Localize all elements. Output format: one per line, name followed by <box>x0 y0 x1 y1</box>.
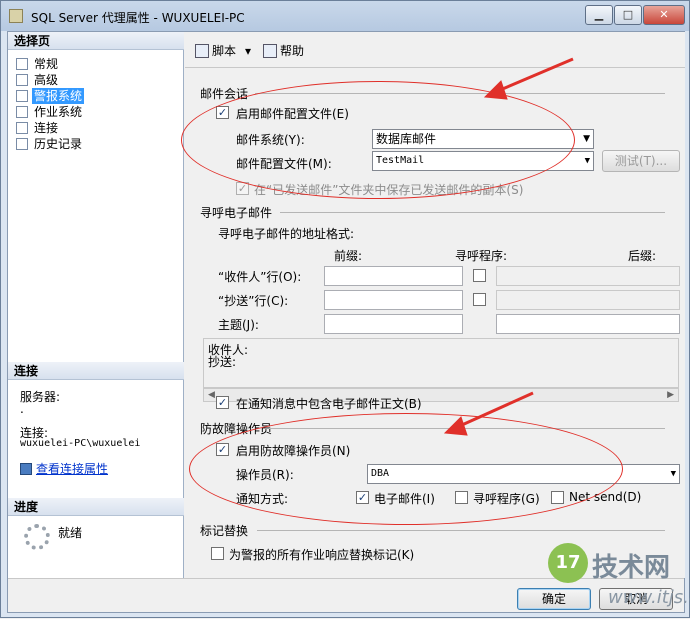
to-prefix-input[interactable] <box>324 266 463 286</box>
pager-preview-box: 收件人: 抄送: <box>203 338 679 388</box>
chevron-down-icon: ▼ <box>670 469 676 479</box>
left-pane: 选择页 常规 高级 警报系统 作业系统 连接 历史记录 连接 服务器: . 连接… <box>8 32 184 578</box>
page-icon <box>16 58 28 70</box>
page-icon <box>16 138 28 150</box>
notify-netsend-checkbox[interactable] <box>551 491 564 504</box>
sql-agent-properties-window: SQL Server 代理属性 - WUXUELEI-PC ▁ □ ✕ 选择页 … <box>0 0 690 618</box>
replace-tokens-checkbox[interactable] <box>211 547 224 560</box>
toolbar: 脚本 ▾ 帮助 <box>185 40 685 62</box>
toolbar-separator <box>185 67 685 68</box>
server-label: 服务器: <box>20 390 61 404</box>
progress-spinner-icon <box>24 524 50 550</box>
page-icon <box>16 122 28 134</box>
help-button[interactable]: 帮助 <box>263 40 304 62</box>
notify-pager-label: 寻呼程序(G) <box>473 492 540 506</box>
group-divider <box>255 93 665 94</box>
mail-profile-select[interactable]: TestMail ▼ <box>372 151 594 171</box>
to-line-label: “收件人”行(O): <box>218 270 302 284</box>
to-pager-checkbox[interactable] <box>473 269 486 282</box>
subject-suffix-input[interactable] <box>496 314 680 334</box>
page-icon <box>16 106 28 118</box>
group-divider <box>280 212 665 213</box>
prefix-column-header: 前缀: <box>334 249 363 263</box>
cc-prefix-input[interactable] <box>324 290 463 310</box>
chevron-down-icon: ▼ <box>584 156 590 166</box>
operator-select[interactable]: DBA ▼ <box>367 464 680 484</box>
minimize-button[interactable]: ▁ <box>585 5 613 25</box>
cc-pager-checkbox[interactable] <box>473 293 486 306</box>
watermark-logo: 17 技术网 www.itjs.cn <box>546 541 690 613</box>
mail-profile-label: 邮件配置文件(M): <box>236 157 332 171</box>
mail-system-label: 邮件系统(Y): <box>236 133 305 147</box>
cc-suffix-input[interactable] <box>496 290 680 310</box>
title-bar[interactable]: SQL Server 代理属性 - WUXUELEI-PC ▁ □ ✕ <box>1 1 689 31</box>
select-page-header: 选择页 <box>8 32 184 50</box>
right-pane: 脚本 ▾ 帮助 邮件会话 ✓ 启用邮件配置文件(E) 邮件系统(Y): 数据库邮… <box>185 32 685 578</box>
page-item-advanced[interactable]: 高级 <box>16 72 60 88</box>
page-item-job-system[interactable]: 作业系统 <box>16 104 84 120</box>
page-item-general[interactable]: 常规 <box>16 56 60 72</box>
script-icon <box>195 44 209 58</box>
include-body-label: 在通知消息中包含电子邮件正文(B) <box>236 397 422 411</box>
enable-failsafe-label: 启用防故障操作员(N) <box>236 444 351 458</box>
progress-status: 就绪 <box>58 526 83 540</box>
preview-cc-text: 抄送: <box>208 355 237 369</box>
server-value: . <box>20 402 24 416</box>
dialog-client-area: 选择页 常规 高级 警报系统 作业系统 连接 历史记录 连接 服务器: . 连接… <box>7 31 685 613</box>
subject-label: 主题(J): <box>218 318 259 332</box>
script-button[interactable]: 脚本 <box>195 40 236 62</box>
close-button[interactable]: ✕ <box>643 5 685 25</box>
group-divider <box>257 530 665 531</box>
operator-label: 操作员(R): <box>236 468 294 482</box>
pager-column-header: 寻呼程序: <box>455 249 508 263</box>
include-body-checkbox[interactable]: ✓ <box>216 396 229 409</box>
connection-properties-icon <box>20 463 32 475</box>
connection-value: wuxuelei-PC\wuxuelei <box>20 438 141 449</box>
page-item-connection[interactable]: 连接 <box>16 120 60 136</box>
pager-address-format-label: 寻呼电子邮件的地址格式: <box>218 227 355 241</box>
mail-system-select[interactable]: 数据库邮件 ▼ <box>372 129 594 149</box>
enable-failsafe-checkbox[interactable]: ✓ <box>216 443 229 456</box>
watermark-url: www.itjs.cn <box>608 587 690 608</box>
mail-session-group-title: 邮件会话 <box>200 87 249 101</box>
replace-tokens-label: 为警报的所有作业响应替换标记(K) <box>229 548 415 562</box>
notify-method-label: 通知方式: <box>236 492 289 506</box>
cc-line-label: “抄送”行(C): <box>218 294 289 308</box>
test-button[interactable]: 测试(T)... <box>602 150 680 172</box>
watermark-badge: 17 <box>548 543 588 583</box>
connection-header: 连接 <box>8 362 184 380</box>
suffix-column-header: 后缀: <box>628 249 657 263</box>
token-replace-group-title: 标记替换 <box>200 524 249 538</box>
to-suffix-input[interactable] <box>496 266 680 286</box>
subject-prefix-input[interactable] <box>324 314 463 334</box>
notify-email-checkbox[interactable]: ✓ <box>356 491 369 504</box>
chevron-down-icon: ▼ <box>583 134 590 144</box>
group-divider <box>269 428 665 429</box>
progress-header: 进度 <box>8 498 184 516</box>
help-icon <box>263 44 277 58</box>
enable-mail-profile-label: 启用邮件配置文件(E) <box>236 107 349 121</box>
page-item-alert-system[interactable]: 警报系统 <box>16 88 85 104</box>
page-icon <box>16 74 28 86</box>
enable-mail-profile-checkbox[interactable]: ✓ <box>216 106 229 119</box>
watermark-text: 技术网 <box>592 553 671 583</box>
scroll-left-icon[interactable]: ◀ <box>208 389 215 401</box>
script-dropdown-icon[interactable]: ▾ <box>245 40 251 62</box>
app-icon <box>9 9 23 23</box>
pager-group-title: 寻呼电子邮件 <box>200 206 273 220</box>
scroll-right-icon[interactable]: ▶ <box>667 389 674 401</box>
notify-pager-checkbox[interactable] <box>455 491 468 504</box>
notify-email-label: 电子邮件(I) <box>374 492 435 506</box>
page-item-history[interactable]: 历史记录 <box>16 136 84 152</box>
view-connection-properties-link[interactable]: 查看连接属性 <box>20 460 108 477</box>
save-sent-copies-label: 在“已发送邮件”文件夹中保存已发送邮件的副本(S) <box>254 183 524 197</box>
failsafe-group-title: 防故障操作员 <box>200 422 273 436</box>
page-icon <box>16 90 28 102</box>
notify-netsend-label: Net send(D) <box>569 490 642 504</box>
maximize-button[interactable]: □ <box>614 5 642 25</box>
window-title: SQL Server 代理属性 - WUXUELEI-PC <box>31 11 245 25</box>
save-sent-copies-checkbox[interactable]: ✓ <box>236 182 249 195</box>
